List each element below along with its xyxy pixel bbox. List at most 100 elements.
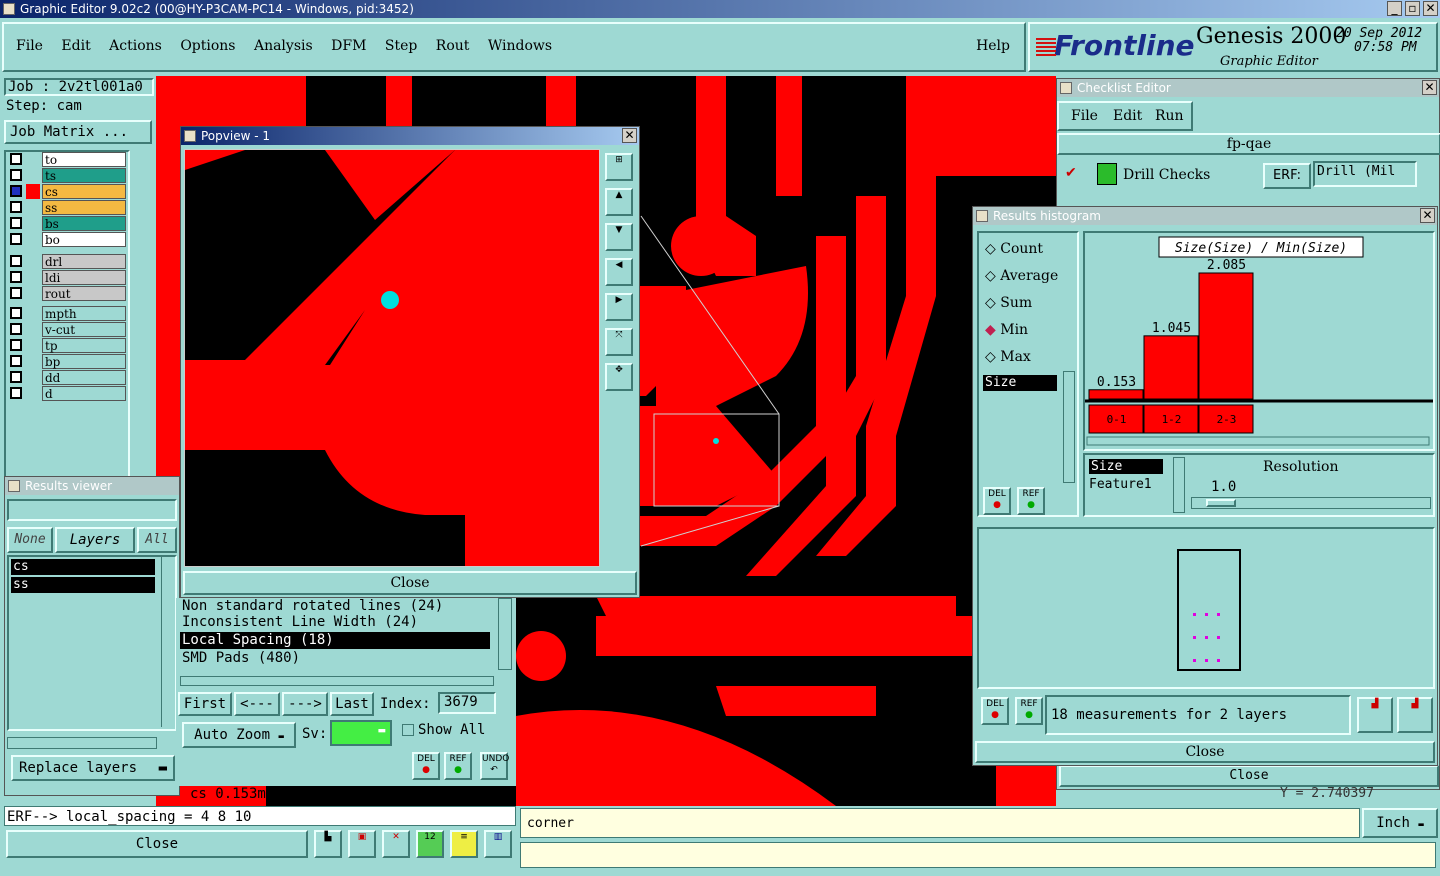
show-all-checkbox[interactable] (402, 724, 414, 736)
results-hscrollbar[interactable] (7, 737, 157, 749)
popview-close-x[interactable]: ✕ (622, 128, 637, 143)
results-list-hscrollbar[interactable] (180, 676, 494, 686)
layer-row-v-cut[interactable]: v-cut (8, 322, 128, 337)
layer-checkbox[interactable] (10, 371, 22, 383)
layer-row-tp[interactable]: tp (8, 338, 128, 353)
result-layer-ss[interactable]: ss (11, 577, 155, 593)
zoom-move-icon[interactable]: ✥ (605, 363, 633, 391)
result-item-rotated-lines[interactable]: Non standard rotated lines (24) (182, 598, 443, 614)
ref-button[interactable]: REF ● (444, 752, 472, 780)
option-count[interactable]: ◇ Count (985, 241, 1043, 257)
del-button[interactable]: DEL ● (412, 752, 440, 780)
histogram-ref-button-top[interactable]: REF ● (1017, 487, 1045, 515)
tab-none[interactable]: None (7, 527, 53, 553)
checklist-menu-file[interactable]: File (1071, 108, 1098, 124)
pan-up-icon[interactable]: ▲ (605, 188, 633, 216)
histogram-list-item-size[interactable]: Size (983, 375, 1057, 391)
layer-checkbox[interactable] (10, 255, 22, 267)
popview-canvas[interactable] (184, 149, 600, 567)
result-item-local-spacing[interactable]: Local Spacing (18) (180, 632, 490, 649)
pan-down-icon[interactable]: ▼ (605, 223, 633, 251)
resolution-slider[interactable] (1191, 497, 1431, 509)
histogram-del-button[interactable]: DEL ● (981, 697, 1009, 725)
layer-row-ldi[interactable]: ldi (8, 270, 128, 285)
checklist-menu-edit[interactable]: Edit (1113, 108, 1142, 124)
menu-help[interactable]: Help (976, 38, 1010, 54)
option-sum[interactable]: ◇ Sum (985, 295, 1032, 311)
menu-edit[interactable]: Edit (61, 38, 90, 54)
result-layer-cs[interactable]: cs (11, 559, 155, 575)
histogram-import-icon[interactable]: ▟ (1397, 697, 1433, 733)
menu-dfm[interactable]: DFM (331, 38, 366, 54)
popview-close-button[interactable]: Close (183, 571, 637, 595)
field-feature1[interactable]: Feature1 (1089, 477, 1152, 492)
layer-row-d[interactable]: d (8, 386, 128, 401)
minimize-button[interactable]: _ (1387, 1, 1402, 16)
layer-checkbox[interactable] (10, 287, 22, 299)
erf-value[interactable]: Drill (Mil (1313, 161, 1417, 187)
layer-checkbox[interactable] (10, 217, 22, 229)
tool-cross-icon[interactable]: ✕ (382, 830, 410, 858)
tool-monitor-icon[interactable]: ▣ (348, 830, 376, 858)
auto-zoom-dropdown[interactable]: Auto Zoom ▬ (182, 722, 296, 748)
layer-checkbox[interactable] (10, 323, 22, 335)
menu-file[interactable]: File (16, 38, 43, 54)
index-input[interactable]: 3679 (438, 692, 496, 714)
histogram-export-icon[interactable]: ▟ (1357, 697, 1393, 733)
layer-checkbox[interactable] (10, 169, 22, 181)
menu-actions[interactable]: Actions (109, 38, 162, 54)
option-max[interactable]: ◇ Max (985, 349, 1031, 365)
layer-row-bs[interactable]: bs (8, 216, 128, 231)
zoom-home-icon[interactable]: ⊞ (605, 153, 633, 181)
option-min[interactable]: ◆ Min (985, 322, 1028, 338)
results-list-scrollbar[interactable] (498, 598, 512, 670)
sv-color-dropdown[interactable]: ▬ (330, 720, 392, 746)
job-matrix-button[interactable]: Job Matrix ... (4, 120, 152, 144)
layer-checkbox[interactable] (10, 153, 22, 165)
menu-options[interactable]: Options (180, 38, 235, 54)
results-layer-scrollbar[interactable] (161, 557, 173, 727)
layer-row-cs[interactable]: cs (8, 184, 128, 199)
menu-windows[interactable]: Windows (488, 38, 552, 54)
checklist-close-x[interactable]: ✕ (1422, 80, 1437, 95)
prev-button[interactable]: <--- (234, 692, 280, 716)
tool-12-icon[interactable]: 12 (416, 830, 444, 858)
checklist-close-button[interactable]: Close (1059, 765, 1439, 787)
histogram-ref-button[interactable]: REF ● (1015, 697, 1043, 725)
checklist-menu-run[interactable]: Run (1155, 108, 1184, 124)
pan-right-icon[interactable]: ▶ (605, 293, 633, 321)
tool-chart-icon[interactable]: ▙ (314, 830, 342, 858)
layer-row-bo[interactable]: bo (8, 232, 128, 247)
tool-histogram-icon[interactable]: ▥ (484, 830, 512, 858)
replace-layers-dropdown[interactable]: Replace layers ▬ (11, 755, 175, 781)
layer-checkbox[interactable] (10, 355, 22, 367)
last-button[interactable]: Last (330, 692, 374, 716)
layer-row-mpth[interactable]: mpth (8, 306, 128, 321)
layer-row-ss[interactable]: ss (8, 200, 128, 215)
next-button[interactable]: ---> (282, 692, 328, 716)
field-size[interactable]: Size (1089, 459, 1163, 474)
units-dropdown[interactable]: Inch ▬ (1362, 808, 1438, 838)
histogram-del-button-top[interactable]: DEL ● (983, 487, 1011, 515)
layer-row-ts[interactable]: ts (8, 168, 128, 183)
result-item-smd-pads[interactable]: SMD Pads (480) (182, 650, 300, 666)
result-item-inconsistent-width[interactable]: Inconsistent Line Width (24) (182, 614, 418, 630)
undo-button[interactable]: UNDO ↶ (480, 752, 509, 780)
maximize-button[interactable]: ▫ (1405, 1, 1420, 16)
histogram-close-button[interactable]: Close (975, 741, 1435, 763)
resolution-slider-thumb[interactable] (1206, 499, 1236, 507)
histogram-list-scrollbar[interactable] (1063, 371, 1075, 483)
layer-row-bp[interactable]: bp (8, 354, 128, 369)
layer-checkbox[interactable] (10, 201, 22, 213)
menu-step[interactable]: Step (385, 38, 417, 54)
pan-left-icon[interactable]: ◀ (605, 258, 633, 286)
layer-row-drl[interactable]: drl (8, 254, 128, 269)
tool-note-icon[interactable]: ≡ (450, 830, 478, 858)
zoom-fit-icon[interactable]: ⤧ (605, 328, 633, 356)
command-line[interactable]: corner (520, 808, 1360, 838)
layer-row-rout[interactable]: rout (8, 286, 128, 301)
histogram-close-x[interactable]: ✕ (1420, 208, 1435, 223)
first-button[interactable]: First (178, 692, 232, 716)
layer-checkbox[interactable] (10, 271, 22, 283)
layer-row-dd[interactable]: dd (8, 370, 128, 385)
